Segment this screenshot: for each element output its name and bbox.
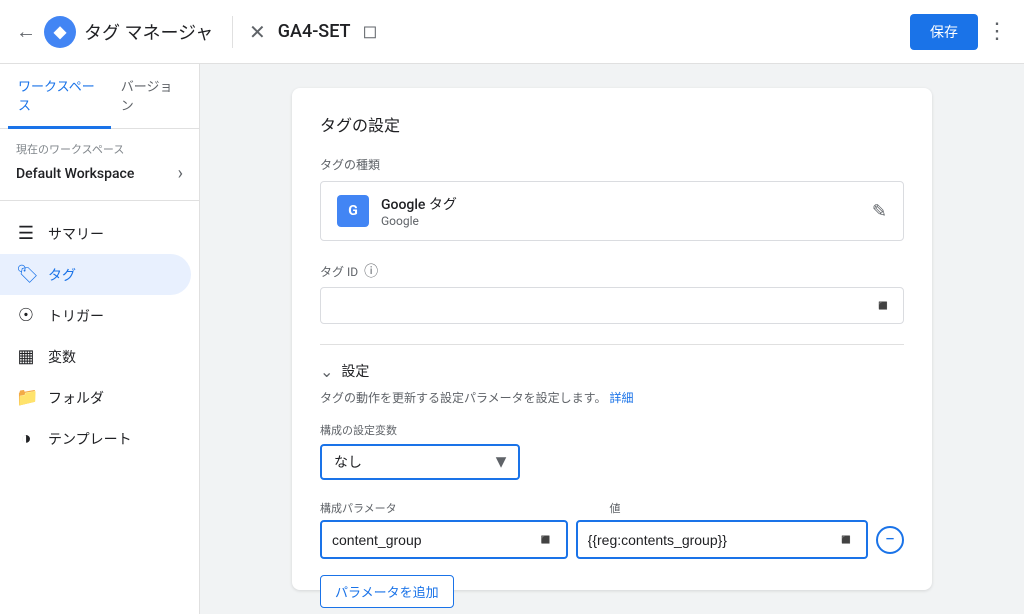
param-name-input[interactable] [332, 532, 528, 548]
tag-name-label: GA4-SET [278, 21, 351, 42]
workspace-selector[interactable]: Default Workspace › [16, 163, 183, 184]
workspace-label: 現在のワークスペース [16, 141, 183, 157]
sidebar-nav: ☰ サマリー 🏷 タグ ☉ トリガー ▦ 変数 📁 フォルダ ◑ テンプレート [0, 209, 199, 463]
topbar-tag-section: ✕ GA4-SET ◻ [249, 20, 910, 44]
sidebar-item-tags[interactable]: 🏷 タグ [0, 254, 191, 295]
param-value-input[interactable] [588, 532, 828, 548]
tag-id-help-icon[interactable]: ⓘ [364, 261, 378, 281]
tag-type-box[interactable]: G Google タグ Google ✎ [320, 181, 904, 241]
content-area: タグの設定 タグの種類 G Google タグ Google ✎ [200, 64, 1024, 614]
summary-icon: ☰ [16, 223, 36, 244]
param-name-brick-icon[interactable]: ◾ [536, 530, 556, 549]
templates-icon: ◑ [16, 428, 36, 449]
topbar: ← ◆ タグ マネージャ ✕ GA4-SET ◻ 保存 ⋮ [0, 0, 1024, 64]
settings-chevron-icon: ⌄ [320, 362, 333, 381]
tag-id-input-row: ◾ [320, 287, 904, 324]
param-row: ◾ ◾ − [320, 520, 904, 559]
tag-type-inner: G Google タグ Google [337, 194, 457, 228]
param-value-brick-icon[interactable]: ◾ [836, 530, 856, 549]
config-var-select[interactable]: なし [320, 444, 520, 480]
param-labels-row: 構成パラメータ 値 [320, 500, 904, 516]
settings-desc-link[interactable]: 詳細 [609, 391, 633, 405]
back-icon[interactable]: ← [16, 19, 36, 44]
app-title: タグ マネージャ [84, 19, 213, 45]
folders-icon: 📁 [16, 387, 36, 408]
sidebar-item-templates[interactable]: ◑ テンプレート [0, 418, 191, 459]
workspace-chevron-icon: › [178, 163, 183, 184]
config-var-label: 構成の設定変数 [320, 422, 904, 438]
sidebar-item-folders[interactable]: 📁 フォルダ [0, 377, 191, 418]
config-var-select-wrapper: なし ▼ [320, 444, 520, 480]
variables-icon: ▦ [16, 346, 36, 367]
google-tag-icon: G [337, 195, 369, 227]
edit-tag-type-icon[interactable]: ✎ [872, 201, 887, 222]
sidebar-divider [0, 200, 199, 201]
sidebar-item-variables[interactable]: ▦ 変数 [0, 336, 191, 377]
param-name-field[interactable]: ◾ [320, 520, 568, 559]
settings-desc: タグの動作を更新する設定パラメータを設定します。 詳細 [320, 389, 904, 406]
sidebar-item-summary[interactable]: ☰ サマリー [0, 213, 191, 254]
more-menu-icon[interactable]: ⋮ [986, 19, 1008, 44]
tab-workspace[interactable]: ワークスペース [8, 64, 111, 129]
tag-type-text: Google タグ Google [381, 194, 457, 228]
tag-type-sub: Google [381, 214, 457, 228]
sidebar: ワークスペース バージョン 現在のワークスペース Default Workspa… [0, 64, 200, 614]
param-name-col-label: 構成パラメータ [320, 500, 565, 516]
panel-title: タグの設定 [320, 112, 904, 136]
settings-title: 設定 [341, 361, 369, 381]
tags-icon: 🏷 [16, 264, 36, 285]
close-icon[interactable]: ✕ [249, 20, 266, 44]
gtm-logo: ◆ [44, 16, 76, 48]
tab-version[interactable]: バージョン [111, 64, 191, 129]
settings-section: ⌄ 設定 タグの動作を更新する設定パラメータを設定します。 詳細 構成の設定変数… [320, 344, 904, 608]
triggers-icon: ☉ [16, 305, 36, 326]
sidebar-item-tags-label: タグ [48, 265, 76, 285]
remove-param-button[interactable]: − [876, 526, 904, 554]
tag-id-brick-icon[interactable]: ◾ [873, 296, 893, 315]
param-value-field[interactable]: ◾ [576, 520, 868, 559]
topbar-divider [232, 16, 233, 48]
main-layout: ワークスペース バージョン 現在のワークスペース Default Workspa… [0, 64, 1024, 614]
tag-panel: タグの設定 タグの種類 G Google タグ Google ✎ [292, 88, 932, 590]
save-button[interactable]: 保存 [910, 14, 978, 50]
sidebar-item-triggers[interactable]: ☉ トリガー [0, 295, 191, 336]
settings-header[interactable]: ⌄ 設定 [320, 361, 904, 381]
sidebar-item-summary-label: サマリー [48, 224, 104, 244]
sidebar-item-triggers-label: トリガー [48, 306, 104, 326]
workspace-name: Default Workspace [16, 166, 134, 182]
tag-type-section-label: タグの種類 [320, 156, 904, 173]
sidebar-item-folders-label: フォルダ [48, 388, 104, 408]
topbar-left: ← ◆ タグ マネージャ [16, 16, 216, 48]
sidebar-tabs: ワークスペース バージョン [0, 64, 199, 129]
tag-id-section: タグ ID ⓘ ◾ [320, 261, 904, 324]
tag-id-label: タグ ID ⓘ [320, 261, 904, 281]
add-param-button[interactable]: パラメータを追加 [320, 575, 454, 608]
workspace-section: 現在のワークスペース Default Workspace › [0, 129, 199, 192]
tag-type-name: Google タグ [381, 194, 457, 214]
sidebar-item-variables-label: 変数 [48, 347, 76, 367]
folder-icon[interactable]: ◻ [363, 21, 378, 42]
sidebar-item-templates-label: テンプレート [48, 429, 132, 449]
topbar-actions: 保存 ⋮ [910, 14, 1008, 50]
param-value-col-label: 値 [609, 500, 904, 516]
tag-id-input[interactable] [331, 298, 865, 314]
